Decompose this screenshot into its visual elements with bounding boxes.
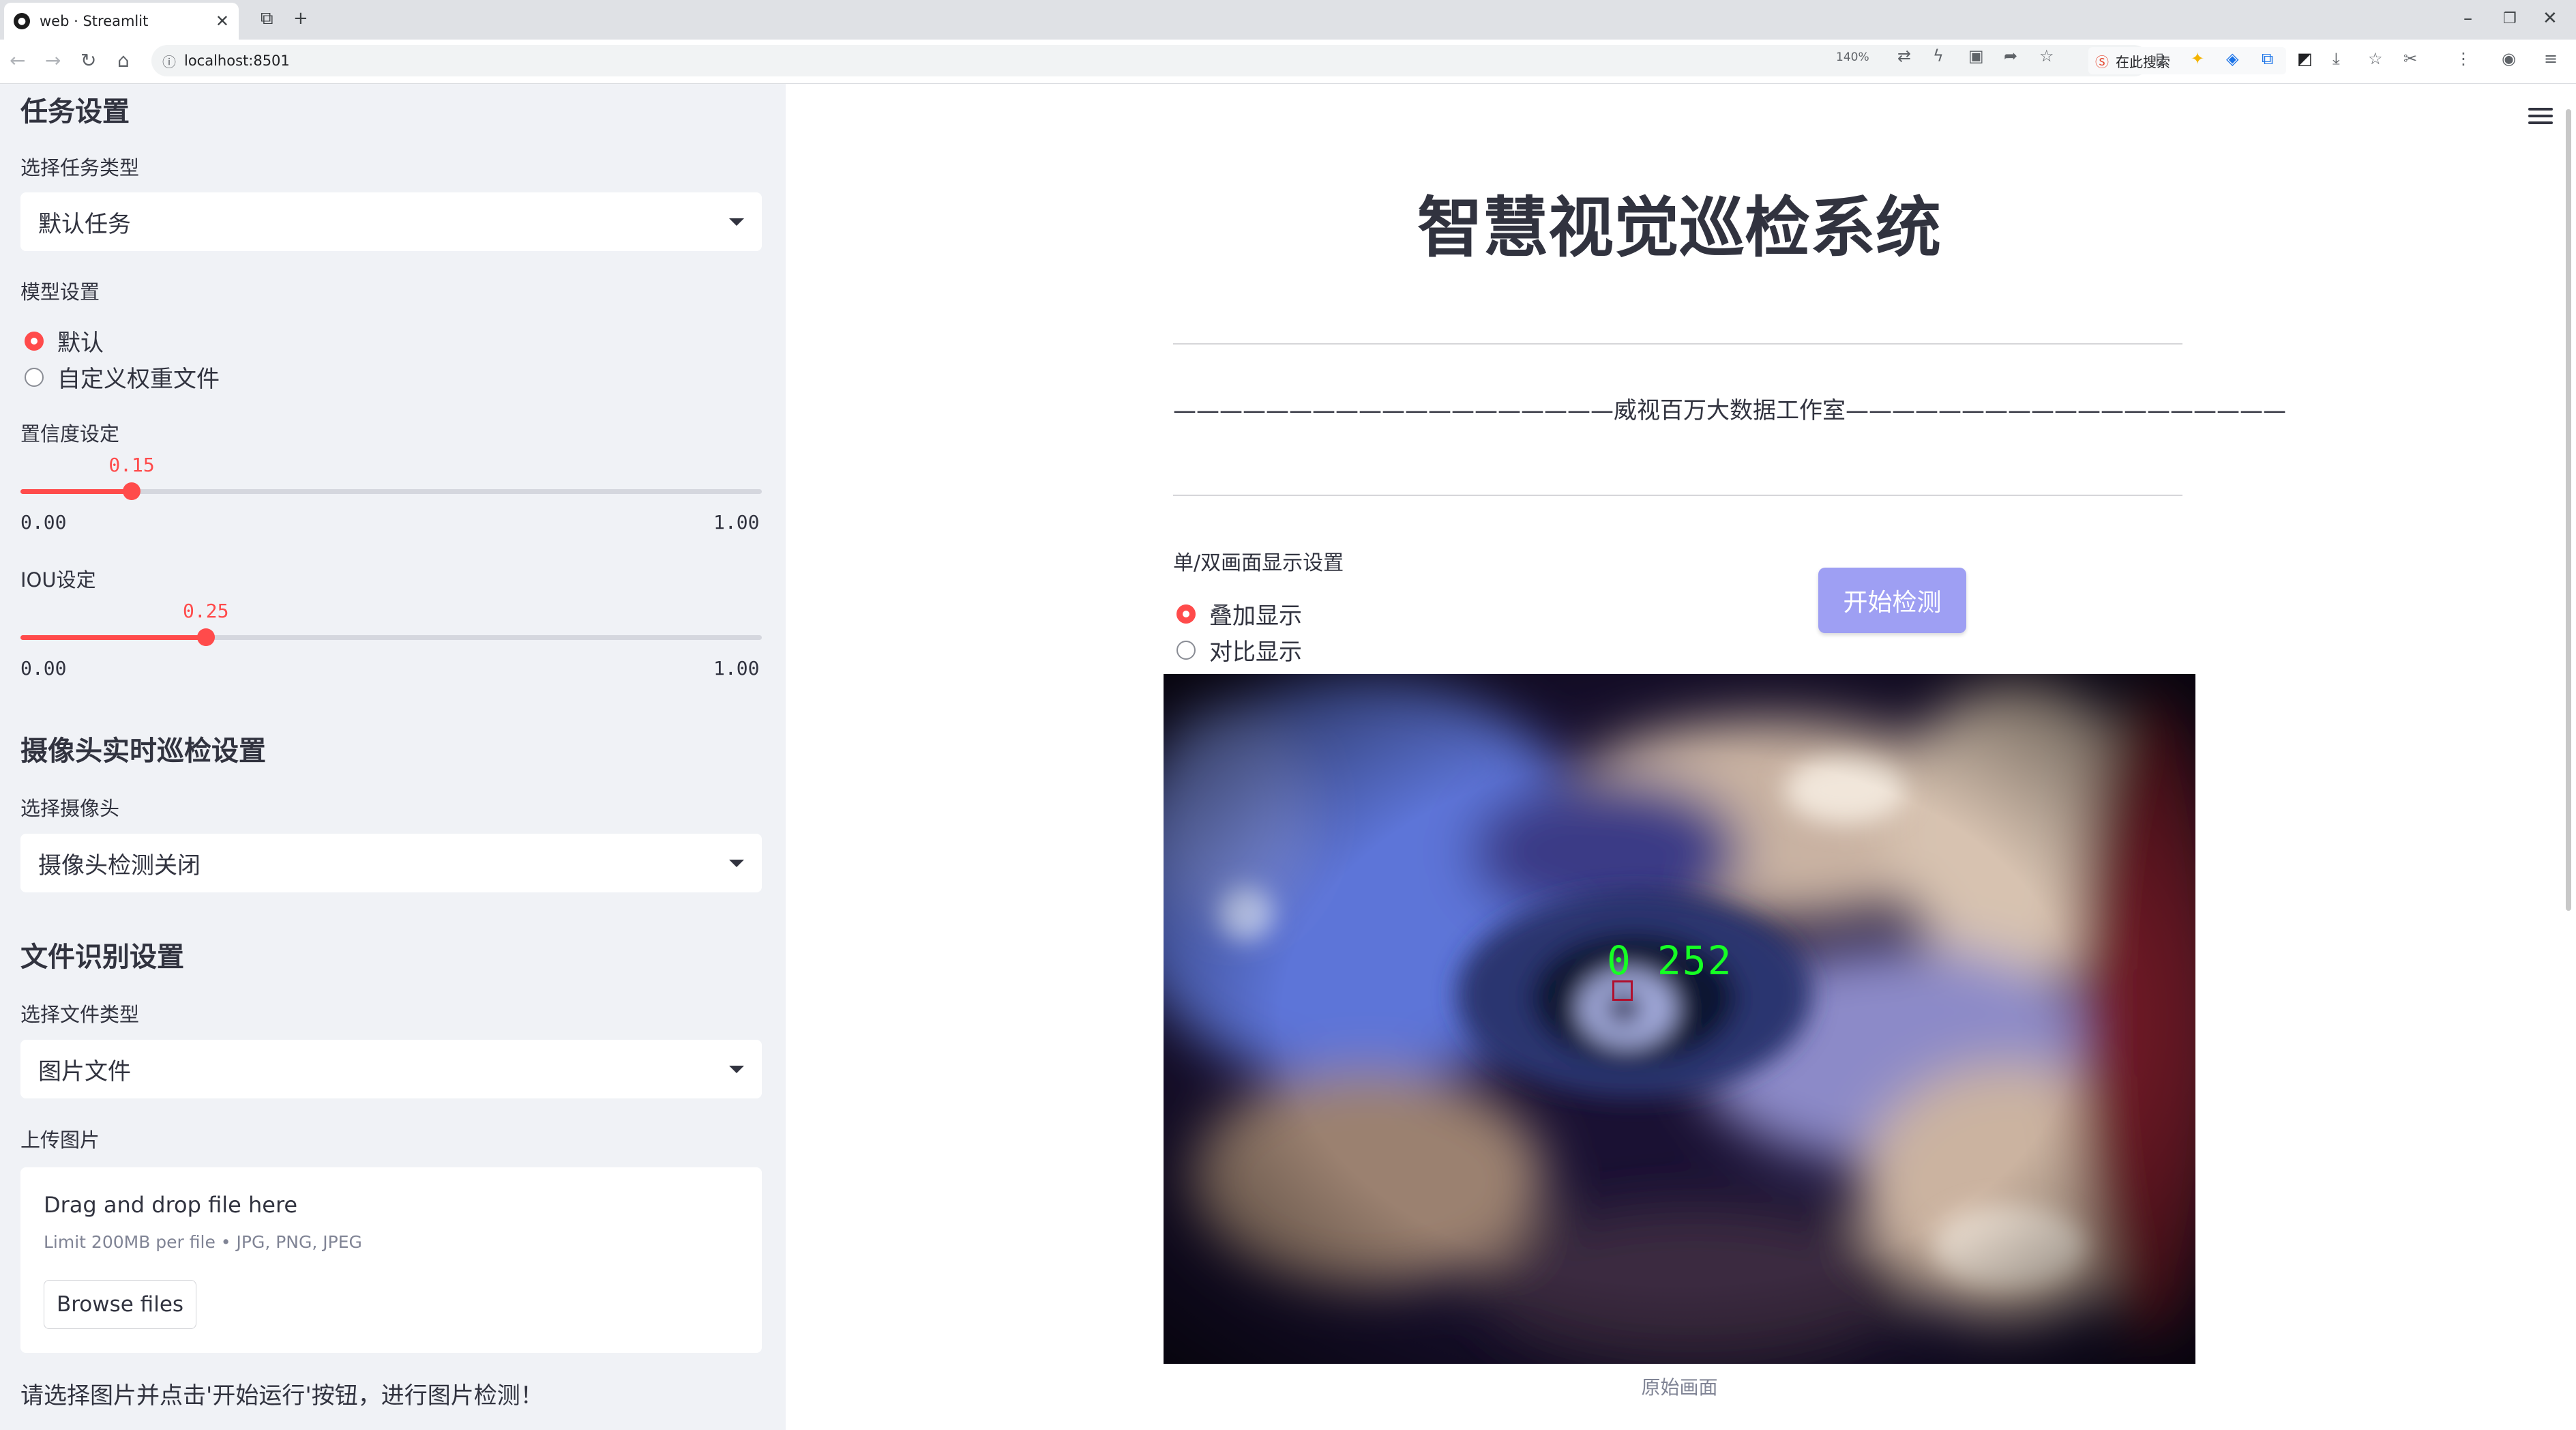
- task-type-value: 默认任务: [38, 210, 131, 238]
- browser-menu-icon[interactable]: ≡: [2544, 49, 2558, 68]
- display-option-label: 对比显示: [1209, 639, 1302, 666]
- close-window-icon[interactable]: ✕: [2543, 8, 2558, 29]
- new-tab-icon[interactable]: +: [293, 8, 308, 29]
- radio-selected-icon[interactable]: [1176, 604, 1196, 624]
- search-engine-box[interactable]: Ⓢ 在此搜索: [2088, 47, 2286, 74]
- file-type-value: 图片文件: [38, 1057, 131, 1085]
- upload-limit-text: Limit 200MB per file • JPG, PNG, JPEG: [44, 1232, 362, 1252]
- model-label: 模型设置: [20, 280, 100, 304]
- bolt-icon[interactable]: ϟ: [1933, 46, 1944, 65]
- reload-icon[interactable]: ↻: [80, 49, 96, 72]
- forward-icon[interactable]: →: [45, 49, 61, 72]
- address-bar[interactable]: ⓘ localhost:8501 140% ⇄ ϟ ▣ ➦ ☆ Ⓢ 在此搜索: [151, 45, 2286, 76]
- chevron-down-icon: [729, 218, 744, 226]
- close-tab-icon[interactable]: ✕: [216, 12, 229, 31]
- iou-slider[interactable]: 0.25: [20, 600, 762, 646]
- extension-icon-4[interactable]: ◩: [2297, 49, 2313, 68]
- radio-selected-icon[interactable]: [25, 331, 44, 351]
- confidence-slider-thumb[interactable]: [123, 482, 141, 500]
- zoom-level[interactable]: 140%: [1836, 50, 1869, 64]
- sidebar-hint: 请选择图片并点击'开始运行'按钮，进行图片检测！: [20, 1382, 544, 1410]
- profile-avatar-icon[interactable]: ◉: [2502, 49, 2516, 68]
- search-engine-icon: Ⓢ: [2095, 53, 2109, 70]
- chevron-down-icon: [729, 859, 744, 867]
- radio-unselected-icon[interactable]: [1176, 640, 1196, 660]
- file-type-label: 选择文件类型: [20, 1003, 140, 1026]
- detection-label: 0 252: [1607, 937, 1733, 984]
- iou-min: 0.00: [20, 657, 67, 680]
- upload-label: 上传图片: [20, 1128, 100, 1152]
- extension-icon-3[interactable]: ⧉: [2262, 49, 2273, 68]
- upload-drop-text: Drag and drop file here: [44, 1192, 298, 1218]
- image-caption: 原始画面: [1641, 1376, 1718, 1399]
- iou-value: 0.25: [183, 600, 229, 622]
- model-option-label: 默认: [57, 330, 104, 357]
- minimize-window-icon[interactable]: –: [2463, 8, 2472, 29]
- extension-icon-1[interactable]: ✦: [2191, 49, 2204, 68]
- more-menu-icon[interactable]: ⋮: [2455, 49, 2472, 68]
- scrollbar[interactable]: [2566, 109, 2571, 911]
- file-section-title: 文件识别设置: [20, 942, 184, 973]
- scissors-icon[interactable]: ✂: [2403, 49, 2417, 68]
- translate-icon[interactable]: ⇄: [1897, 46, 1911, 65]
- address-url: localhost:8501: [184, 53, 290, 69]
- camera-section-title: 摄像头实时巡检设置: [20, 735, 266, 767]
- reader-icon[interactable]: ▯: [2155, 49, 2164, 68]
- browser-toolbar: ← → ↻ ⌂ ⓘ localhost:8501 140% ⇄ ϟ ▣ ➦ ☆ …: [0, 40, 2576, 84]
- model-option-label: 自定义权重文件: [57, 366, 220, 393]
- model-option-default[interactable]: 默认: [25, 324, 104, 358]
- extension-icon-2[interactable]: ◈: [2226, 49, 2238, 68]
- inspection-photo: [1164, 674, 2195, 1364]
- streamlit-favicon-icon: ●: [14, 13, 30, 29]
- iou-slider-thumb[interactable]: [196, 628, 215, 646]
- app-menu-icon[interactable]: [2528, 108, 2553, 128]
- task-type-label: 选择任务类型: [20, 156, 140, 179]
- browser-tab-bar: ● web · Streamlit ✕ ⧉ + – ❐ ✕: [0, 0, 2576, 40]
- model-option-custom[interactable]: 自定义权重文件: [25, 360, 220, 394]
- detection-image: [1164, 674, 2195, 1364]
- display-option-overlay[interactable]: 叠加显示: [1176, 597, 1302, 630]
- confidence-slider-fill: [20, 489, 132, 494]
- browser-tab[interactable]: ● web · Streamlit ✕: [4, 3, 239, 40]
- camera-value: 摄像头检测关闭: [38, 851, 201, 879]
- chevron-down-icon: [729, 1065, 744, 1073]
- restore-window-icon[interactable]: ❐: [2503, 10, 2517, 27]
- browse-files-button[interactable]: Browse files: [44, 1280, 196, 1329]
- favorites-icon[interactable]: ☆: [2368, 49, 2383, 68]
- display-option-compare[interactable]: 对比显示: [1176, 633, 1302, 667]
- camera-select[interactable]: 摄像头检测关闭: [20, 834, 762, 892]
- iou-max: 1.00: [713, 657, 760, 680]
- radio-unselected-icon[interactable]: [25, 367, 44, 387]
- confidence-value: 0.15: [108, 454, 155, 476]
- confidence-max: 1.00: [713, 511, 760, 534]
- divider-top: [1173, 343, 2182, 345]
- share-icon[interactable]: ➦: [2004, 46, 2017, 65]
- site-info-icon[interactable]: ⓘ: [162, 51, 176, 71]
- download-icon[interactable]: ⤓: [2333, 49, 2340, 68]
- home-icon[interactable]: ⌂: [117, 49, 130, 72]
- file-dropzone[interactable]: Drag and drop file here Limit 200MB per …: [20, 1167, 762, 1353]
- camera-label: 选择摄像头: [20, 797, 120, 820]
- credit-line: ———————————————————威视百万大数据工作室———————————…: [1173, 397, 2286, 424]
- back-icon[interactable]: ←: [10, 49, 25, 72]
- tab-title: web · Streamlit: [40, 13, 149, 29]
- display-option-label: 叠加显示: [1209, 602, 1302, 630]
- divider-bottom: [1173, 495, 2182, 496]
- screenshot-icon[interactable]: ▣: [1968, 46, 1984, 65]
- bookmark-star-icon[interactable]: ☆: [2039, 46, 2054, 65]
- task-section-title: 任务设置: [20, 96, 130, 128]
- page-title: 智慧视觉巡检系统: [1417, 190, 1941, 266]
- file-type-select[interactable]: 图片文件: [20, 1040, 762, 1098]
- confidence-min: 0.00: [20, 511, 67, 534]
- confidence-label: 置信度设定: [20, 422, 120, 446]
- display-mode-label: 单/双画面显示设置: [1173, 551, 1344, 575]
- confidence-slider[interactable]: 0.15: [20, 454, 762, 500]
- iou-slider-fill: [20, 635, 206, 640]
- iou-label: IOU设定: [20, 568, 96, 592]
- task-type-select[interactable]: 默认任务: [20, 192, 762, 251]
- tab-groups-icon[interactable]: ⧉: [261, 8, 273, 29]
- start-detection-button[interactable]: 开始检测: [1818, 568, 1966, 633]
